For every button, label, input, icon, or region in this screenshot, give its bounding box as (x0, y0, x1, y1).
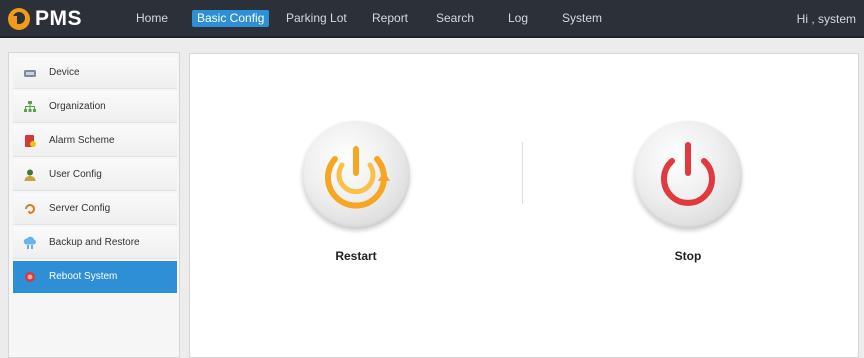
power-icon (661, 142, 715, 206)
stop-button[interactable] (634, 121, 742, 229)
user-greeting[interactable]: Hi , system (797, 12, 856, 26)
app-name: PMS (35, 7, 83, 30)
organization-icon (23, 100, 37, 114)
sidebar-item-device[interactable]: Device (13, 57, 177, 89)
sidebar-item-reboot-system[interactable]: Reboot System (13, 261, 177, 293)
nav-home[interactable]: Home (136, 11, 168, 26)
nav-log[interactable]: Log (508, 11, 528, 26)
reboot-system-panel: Restart Stop (189, 53, 859, 358)
sidebar-item-organization[interactable]: Organization (13, 91, 177, 123)
sidebar-item-label: Alarm Scheme (49, 135, 115, 146)
backup-icon (23, 236, 37, 250)
app-logo[interactable]: PMS (8, 6, 82, 32)
top-navigation-bar: PMS Home Basic Config Parking Lot Report… (0, 0, 864, 38)
pms-logo-icon (8, 8, 30, 30)
sidebar: Device Organization Alarm Scheme User Co… (8, 52, 180, 358)
nav-parking-lot[interactable]: Parking Lot (286, 11, 347, 26)
sidebar-item-label: Server Config (49, 203, 111, 214)
stop-label: Stop (674, 249, 702, 263)
nav-basic-config[interactable]: Basic Config (192, 10, 270, 27)
sidebar-item-user-config[interactable]: User Config (13, 159, 177, 191)
device-icon (23, 66, 37, 80)
nav-search[interactable]: Search (436, 11, 474, 26)
divider (522, 142, 523, 204)
nav-system[interactable]: System (562, 11, 602, 26)
server-config-icon (23, 202, 37, 216)
sidebar-item-label: User Config (49, 169, 102, 180)
nav-report[interactable]: Report (372, 11, 408, 26)
restart-label: Restart (335, 249, 377, 263)
sidebar-item-server-config[interactable]: Server Config (13, 193, 177, 225)
sidebar-item-label: Organization (49, 101, 106, 112)
sidebar-item-label: Device (49, 67, 80, 78)
user-icon (23, 168, 37, 182)
restart-button[interactable] (302, 121, 410, 229)
alarm-scheme-icon (23, 134, 37, 148)
restart-icon (325, 146, 390, 209)
sidebar-item-backup-restore[interactable]: Backup and Restore (13, 227, 177, 259)
sidebar-item-label: Backup and Restore (49, 237, 140, 248)
sidebar-item-label: Reboot System (49, 271, 118, 282)
reboot-icon (23, 270, 37, 284)
sidebar-item-alarm-scheme[interactable]: Alarm Scheme (13, 125, 177, 157)
